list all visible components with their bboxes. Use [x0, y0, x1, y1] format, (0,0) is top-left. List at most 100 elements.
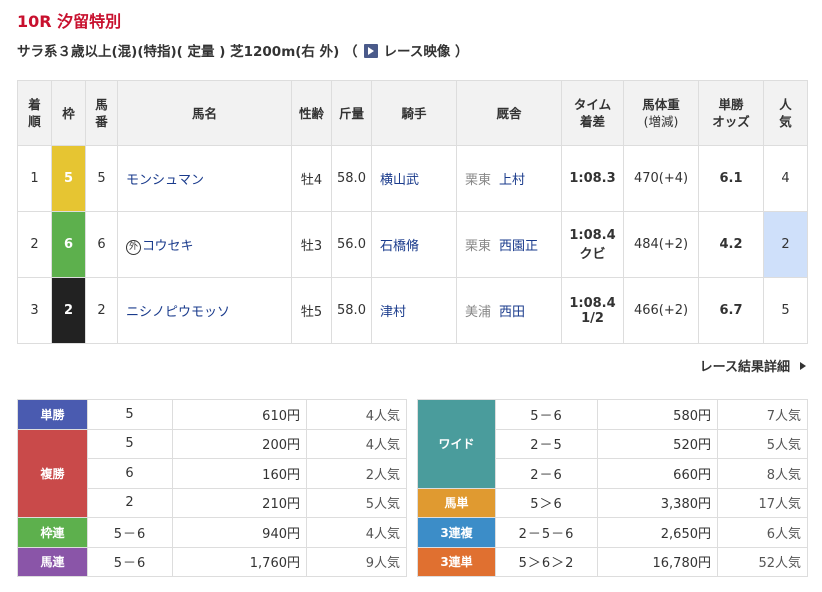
body-weight: 484(+2) — [623, 211, 699, 278]
stable-area: 栗東 — [465, 239, 492, 254]
foreign-horse-icon: 外 — [126, 239, 141, 255]
amount: 3,380円 — [597, 487, 718, 518]
header-rank: 着順 — [17, 80, 52, 146]
sex-age: 牡5 — [291, 277, 332, 344]
uma-number: 5 — [85, 145, 118, 212]
payout-row-fukusho: 複勝 5 200円 4人気 — [17, 428, 407, 518]
jockey-link[interactable]: 津村 — [380, 305, 406, 320]
popularity: 5 — [763, 277, 808, 344]
header-time: タイム 着差 — [561, 80, 624, 146]
waku-number: 6 — [51, 211, 86, 278]
combo: 6 — [87, 458, 173, 489]
time: 1:08.3 — [561, 145, 624, 212]
jockey-cell: 横山武 — [371, 145, 457, 212]
payout-row-sanrentan: 3連単 5＞6＞2 16,780円 52人気 — [417, 546, 808, 577]
stable-cell: 栗東 上村 — [456, 145, 562, 212]
combo: 5 — [87, 399, 173, 430]
combo: 5－6 — [87, 517, 173, 548]
payout-row-tansho: 単勝 5 610円 4人気 — [17, 399, 407, 430]
weight: 58.0 — [331, 277, 372, 344]
combo: 2－6 — [495, 458, 598, 489]
stable-area: 栗東 — [465, 173, 492, 188]
horse-name-link[interactable]: コウセキ — [142, 239, 193, 254]
stable-cell: 美浦 西田 — [456, 277, 562, 344]
payout-row-sanrenpuku: 3連複 2－5－6 2,650円 6人気 — [417, 517, 808, 548]
popularity: 9人気 — [306, 546, 407, 577]
bet-label-umaren: 馬連 — [17, 546, 88, 577]
payout-row-umatan: 馬単 5＞6 3,380円 17人気 — [417, 487, 808, 518]
popularity: 4人気 — [306, 517, 407, 548]
rank: 3 — [17, 277, 52, 344]
bet-label-fukusho: 複勝 — [17, 428, 88, 518]
jockey-link[interactable]: 石橋脩 — [380, 239, 419, 254]
weight: 58.0 — [331, 145, 372, 212]
horse-name-link[interactable]: モンシュマン — [126, 173, 204, 188]
header-horse-name: 馬名 — [117, 80, 292, 146]
weight: 56.0 — [331, 211, 372, 278]
payout-row-umaren: 馬連 5－6 1,760円 9人気 — [17, 546, 407, 577]
trainer-link[interactable]: 上村 — [499, 173, 525, 188]
header-stable: 厩舎 — [456, 80, 562, 146]
table-row: 3 2 2 ニシノピウモッソ 牡5 58.0 津村 美浦 西田 1:08.4 1/2… — [17, 277, 808, 344]
popularity: 6人気 — [717, 517, 808, 548]
trainer-link[interactable]: 西園正 — [499, 239, 538, 254]
popularity: 2 — [763, 211, 808, 278]
chevron-right-icon — [800, 362, 806, 370]
stable-cell: 栗東 西園正 — [456, 211, 562, 278]
horse-name-cell: モンシュマン — [117, 145, 292, 212]
popularity: 4人気 — [306, 399, 407, 430]
header-waku: 枠 — [51, 80, 86, 146]
table-row: 2 6 6 外コウセキ 牡3 56.0 石橋脩 栗東 西園正 1:08.4 クビ 4… — [17, 211, 808, 278]
amount: 940円 — [172, 517, 307, 548]
popularity: 2人気 — [306, 458, 407, 489]
payout-table-right: ワイド 5－6 580円 7人気 2－5 520円 5人気 2－6 660円 8… — [417, 399, 808, 577]
jockey-cell: 津村 — [371, 277, 457, 344]
amount: 610円 — [172, 399, 307, 430]
header-jockey: 騎手 — [371, 80, 457, 146]
combo: 5＞6＞2 — [495, 546, 598, 577]
bet-label-wakuren: 枠連 — [17, 517, 88, 548]
odds: 6.1 — [698, 145, 764, 212]
payout-row-wakuren: 枠連 5－6 940円 4人気 — [17, 517, 407, 548]
body-weight: 470(+4) — [623, 145, 699, 212]
amount: 16,780円 — [597, 546, 718, 577]
rank: 2 — [17, 211, 52, 278]
table-row: 1 5 5 モンシュマン 牡4 58.0 横山武 栗東 上村 1:08.3 470… — [17, 145, 808, 212]
popularity: 8人気 — [717, 458, 808, 489]
body-weight: 466(+2) — [623, 277, 699, 344]
rank: 1 — [17, 145, 52, 212]
odds: 6.7 — [698, 277, 764, 344]
amount: 1,760円 — [172, 546, 307, 577]
sex-age: 牡4 — [291, 145, 332, 212]
trainer-link[interactable]: 西田 — [499, 305, 525, 320]
combo: 2 — [87, 487, 173, 518]
video-icon[interactable] — [363, 44, 378, 58]
stable-area: 美浦 — [465, 305, 492, 320]
bet-label-sanrenpuku: 3連複 — [417, 517, 496, 548]
combo: 2－5－6 — [495, 517, 598, 548]
amount: 200円 — [172, 428, 307, 459]
sex-age: 牡3 — [291, 211, 332, 278]
popularity: 17人気 — [717, 487, 808, 518]
header-uma: 馬番 — [85, 80, 118, 146]
popularity: 4人気 — [306, 428, 407, 459]
amount: 660円 — [597, 458, 718, 489]
time-margin: 1:08.4 クビ — [561, 211, 624, 278]
horse-name-link[interactable]: ニシノピウモッソ — [126, 305, 230, 320]
payout-table-left: 単勝 5 610円 4人気 複勝 5 200円 4人気 6 160円 2人気 2… — [17, 399, 407, 577]
popularity: 5人気 — [306, 487, 407, 518]
combo: 2－5 — [495, 428, 598, 459]
combo: 5－6 — [87, 546, 173, 577]
header-sex-age: 性齢 — [291, 80, 332, 146]
jockey-link[interactable]: 横山武 — [380, 173, 419, 188]
combo: 5－6 — [495, 399, 598, 430]
race-detail-link[interactable]: レース結果詳細 — [700, 356, 806, 375]
waku-number: 2 — [51, 277, 86, 344]
race-video-link[interactable]: レース映像 — [384, 44, 451, 60]
popularity: 4 — [763, 145, 808, 212]
uma-number: 6 — [85, 211, 118, 278]
popularity: 5人気 — [717, 428, 808, 459]
header-popularity: 人気 — [763, 80, 808, 146]
amount: 160円 — [172, 458, 307, 489]
race-title: 10R 汐留特別 — [17, 12, 122, 31]
